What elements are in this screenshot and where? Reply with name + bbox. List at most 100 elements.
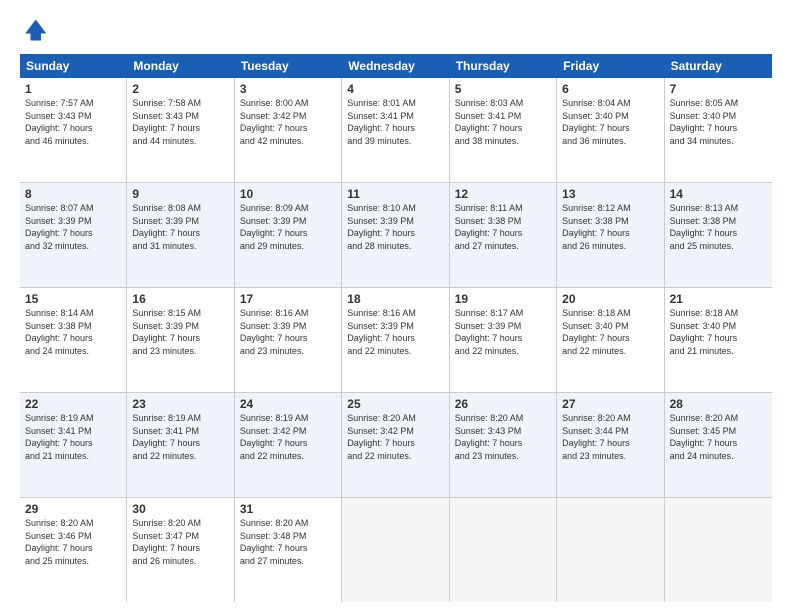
day-cell-6: 6Sunrise: 8:04 AMSunset: 3:40 PMDaylight… [557, 78, 664, 182]
day-info: Sunrise: 8:19 AMSunset: 3:41 PMDaylight:… [132, 412, 228, 462]
day-cell-9: 9Sunrise: 8:08 AMSunset: 3:39 PMDaylight… [127, 183, 234, 287]
day-cell-30: 30Sunrise: 8:20 AMSunset: 3:47 PMDayligh… [127, 498, 234, 602]
calendar-header: SundayMondayTuesdayWednesdayThursdayFrid… [20, 54, 772, 78]
day-number: 29 [25, 502, 121, 516]
day-number: 15 [25, 292, 121, 306]
day-cell-23: 23Sunrise: 8:19 AMSunset: 3:41 PMDayligh… [127, 393, 234, 497]
day-number: 20 [562, 292, 658, 306]
day-number: 22 [25, 397, 121, 411]
day-info: Sunrise: 8:20 AMSunset: 3:44 PMDaylight:… [562, 412, 658, 462]
day-cell-31: 31Sunrise: 8:20 AMSunset: 3:48 PMDayligh… [235, 498, 342, 602]
day-info: Sunrise: 8:07 AMSunset: 3:39 PMDaylight:… [25, 202, 121, 252]
day-number: 28 [670, 397, 767, 411]
day-info: Sunrise: 8:17 AMSunset: 3:39 PMDaylight:… [455, 307, 551, 357]
day-info: Sunrise: 8:20 AMSunset: 3:43 PMDaylight:… [455, 412, 551, 462]
day-cell-8: 8Sunrise: 8:07 AMSunset: 3:39 PMDaylight… [20, 183, 127, 287]
day-info: Sunrise: 8:11 AMSunset: 3:38 PMDaylight:… [455, 202, 551, 252]
day-cell-21: 21Sunrise: 8:18 AMSunset: 3:40 PMDayligh… [665, 288, 772, 392]
header-day-wednesday: Wednesday [342, 54, 449, 78]
day-cell-27: 27Sunrise: 8:20 AMSunset: 3:44 PMDayligh… [557, 393, 664, 497]
logo [20, 16, 52, 44]
day-number: 5 [455, 82, 551, 96]
day-info: Sunrise: 8:05 AMSunset: 3:40 PMDaylight:… [670, 97, 767, 147]
day-cell-7: 7Sunrise: 8:05 AMSunset: 3:40 PMDaylight… [665, 78, 772, 182]
day-number: 24 [240, 397, 336, 411]
header [20, 16, 772, 44]
day-number: 31 [240, 502, 336, 516]
day-number: 10 [240, 187, 336, 201]
day-info: Sunrise: 8:04 AMSunset: 3:40 PMDaylight:… [562, 97, 658, 147]
week-row-2: 8Sunrise: 8:07 AMSunset: 3:39 PMDaylight… [20, 183, 772, 288]
day-info: Sunrise: 8:16 AMSunset: 3:39 PMDaylight:… [347, 307, 443, 357]
week-row-5: 29Sunrise: 8:20 AMSunset: 3:46 PMDayligh… [20, 498, 772, 602]
empty-cell [665, 498, 772, 602]
day-info: Sunrise: 8:09 AMSunset: 3:39 PMDaylight:… [240, 202, 336, 252]
day-cell-20: 20Sunrise: 8:18 AMSunset: 3:40 PMDayligh… [557, 288, 664, 392]
day-cell-11: 11Sunrise: 8:10 AMSunset: 3:39 PMDayligh… [342, 183, 449, 287]
day-info: Sunrise: 8:03 AMSunset: 3:41 PMDaylight:… [455, 97, 551, 147]
week-row-3: 15Sunrise: 8:14 AMSunset: 3:38 PMDayligh… [20, 288, 772, 393]
day-cell-10: 10Sunrise: 8:09 AMSunset: 3:39 PMDayligh… [235, 183, 342, 287]
day-info: Sunrise: 8:20 AMSunset: 3:48 PMDaylight:… [240, 517, 336, 567]
header-day-friday: Friday [557, 54, 664, 78]
day-number: 23 [132, 397, 228, 411]
empty-cell [342, 498, 449, 602]
day-info: Sunrise: 7:57 AMSunset: 3:43 PMDaylight:… [25, 97, 121, 147]
day-cell-14: 14Sunrise: 8:13 AMSunset: 3:38 PMDayligh… [665, 183, 772, 287]
day-info: Sunrise: 8:13 AMSunset: 3:38 PMDaylight:… [670, 202, 767, 252]
day-cell-18: 18Sunrise: 8:16 AMSunset: 3:39 PMDayligh… [342, 288, 449, 392]
day-cell-3: 3Sunrise: 8:00 AMSunset: 3:42 PMDaylight… [235, 78, 342, 182]
day-info: Sunrise: 8:16 AMSunset: 3:39 PMDaylight:… [240, 307, 336, 357]
day-info: Sunrise: 8:12 AMSunset: 3:38 PMDaylight:… [562, 202, 658, 252]
day-number: 11 [347, 187, 443, 201]
day-number: 7 [670, 82, 767, 96]
header-day-thursday: Thursday [450, 54, 557, 78]
day-info: Sunrise: 7:58 AMSunset: 3:43 PMDaylight:… [132, 97, 228, 147]
day-number: 19 [455, 292, 551, 306]
day-info: Sunrise: 8:20 AMSunset: 3:46 PMDaylight:… [25, 517, 121, 567]
day-number: 21 [670, 292, 767, 306]
day-number: 6 [562, 82, 658, 96]
day-cell-12: 12Sunrise: 8:11 AMSunset: 3:38 PMDayligh… [450, 183, 557, 287]
empty-cell [557, 498, 664, 602]
day-number: 26 [455, 397, 551, 411]
header-day-saturday: Saturday [665, 54, 772, 78]
day-number: 16 [132, 292, 228, 306]
week-row-1: 1Sunrise: 7:57 AMSunset: 3:43 PMDaylight… [20, 78, 772, 183]
logo-icon [20, 16, 48, 44]
day-number: 30 [132, 502, 228, 516]
day-cell-1: 1Sunrise: 7:57 AMSunset: 3:43 PMDaylight… [20, 78, 127, 182]
day-number: 14 [670, 187, 767, 201]
day-info: Sunrise: 8:18 AMSunset: 3:40 PMDaylight:… [562, 307, 658, 357]
day-cell-22: 22Sunrise: 8:19 AMSunset: 3:41 PMDayligh… [20, 393, 127, 497]
day-cell-25: 25Sunrise: 8:20 AMSunset: 3:42 PMDayligh… [342, 393, 449, 497]
day-cell-26: 26Sunrise: 8:20 AMSunset: 3:43 PMDayligh… [450, 393, 557, 497]
header-day-monday: Monday [127, 54, 234, 78]
day-number: 9 [132, 187, 228, 201]
day-number: 13 [562, 187, 658, 201]
day-number: 4 [347, 82, 443, 96]
header-day-sunday: Sunday [20, 54, 127, 78]
day-cell-16: 16Sunrise: 8:15 AMSunset: 3:39 PMDayligh… [127, 288, 234, 392]
day-number: 2 [132, 82, 228, 96]
day-info: Sunrise: 8:18 AMSunset: 3:40 PMDaylight:… [670, 307, 767, 357]
page: SundayMondayTuesdayWednesdayThursdayFrid… [0, 0, 792, 612]
day-cell-24: 24Sunrise: 8:19 AMSunset: 3:42 PMDayligh… [235, 393, 342, 497]
day-number: 25 [347, 397, 443, 411]
day-cell-29: 29Sunrise: 8:20 AMSunset: 3:46 PMDayligh… [20, 498, 127, 602]
day-cell-28: 28Sunrise: 8:20 AMSunset: 3:45 PMDayligh… [665, 393, 772, 497]
day-cell-5: 5Sunrise: 8:03 AMSunset: 3:41 PMDaylight… [450, 78, 557, 182]
day-number: 12 [455, 187, 551, 201]
day-number: 17 [240, 292, 336, 306]
day-info: Sunrise: 8:00 AMSunset: 3:42 PMDaylight:… [240, 97, 336, 147]
day-number: 27 [562, 397, 658, 411]
empty-cell [450, 498, 557, 602]
calendar-body: 1Sunrise: 7:57 AMSunset: 3:43 PMDaylight… [20, 78, 772, 602]
day-number: 18 [347, 292, 443, 306]
day-cell-15: 15Sunrise: 8:14 AMSunset: 3:38 PMDayligh… [20, 288, 127, 392]
day-number: 1 [25, 82, 121, 96]
day-info: Sunrise: 8:15 AMSunset: 3:39 PMDaylight:… [132, 307, 228, 357]
header-day-tuesday: Tuesday [235, 54, 342, 78]
calendar: SundayMondayTuesdayWednesdayThursdayFrid… [20, 54, 772, 602]
day-info: Sunrise: 8:14 AMSunset: 3:38 PMDaylight:… [25, 307, 121, 357]
